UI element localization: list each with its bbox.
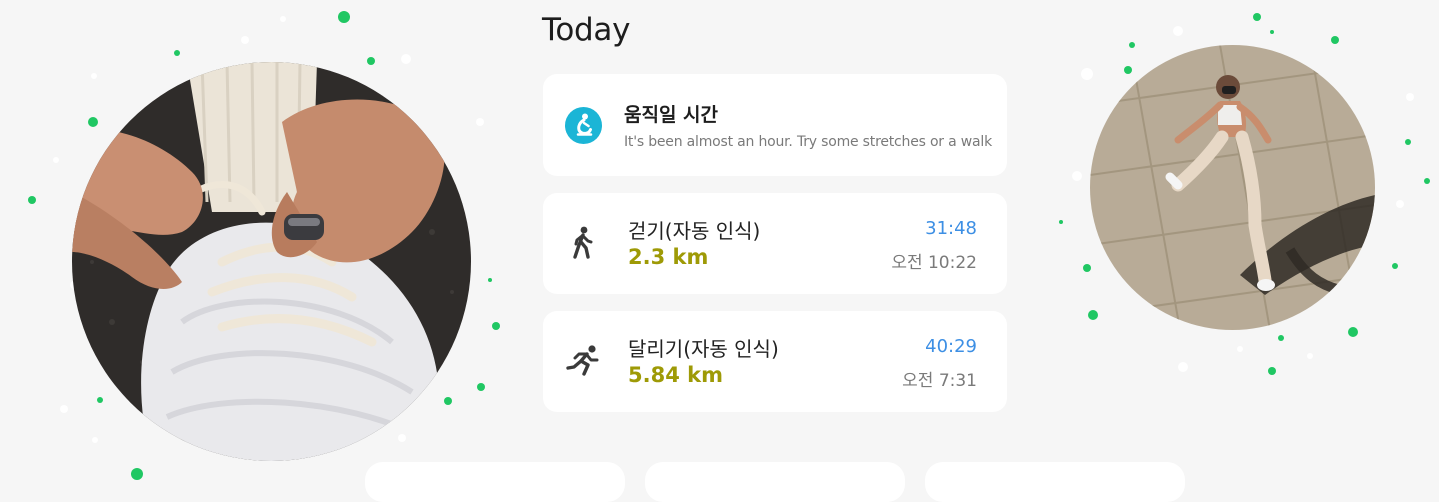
stretch-person-icon [565,107,602,144]
photo-woman-running [1090,45,1375,330]
photo-hands-tying-shoe [72,62,471,461]
running-icon [566,345,599,376]
section-title: Today [542,12,631,48]
summary-card[interactable] [925,462,1185,502]
move-reminder-card[interactable]: 움직일 시간 It's been almost an hour. Try som… [543,74,1007,176]
summary-card[interactable] [645,462,905,502]
activity-name: 걷기(자동 인식) [628,219,761,243]
summary-card[interactable] [365,462,625,502]
activity-distance: 5.84 km [628,363,723,387]
activity-distance: 2.3 km [628,245,709,269]
activity-card-walking[interactable]: 걷기(자동 인식) 2.3 km 31:48 오전 10:22 [543,193,1007,294]
activity-card-running[interactable]: 달리기(자동 인식) 5.84 km 40:29 오전 7:31 [543,311,1007,412]
reminder-title: 움직일 시간 [624,104,719,126]
activity-name: 달리기(자동 인식) [628,337,779,361]
activity-start-time: 오전 10:22 [891,253,977,273]
activity-duration: 40:29 [925,336,977,357]
activity-start-time: 오전 7:31 [902,371,977,391]
reminder-message: It's been almost an hour. Try some stret… [624,134,992,150]
walking-icon [573,226,593,259]
activity-duration: 31:48 [925,218,977,239]
